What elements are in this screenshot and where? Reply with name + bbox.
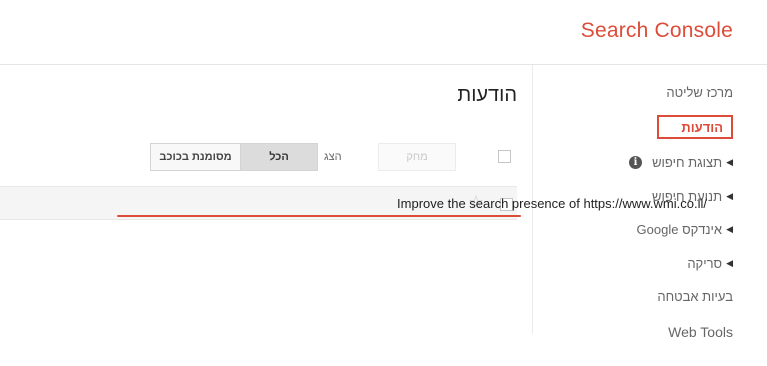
sidebar-item-web-tools[interactable]: Web Tools (668, 324, 733, 340)
sidebar-item-dashboard[interactable]: מרכז שליטה (666, 85, 733, 100)
delete-button[interactable]: מחק (378, 143, 456, 171)
sidebar-item-google-index[interactable]: ◀ אינדקס Google (637, 222, 733, 237)
search-console-logo[interactable]: Search Console (581, 19, 733, 43)
sidebar-item-search-appearance[interactable]: ◀ תצוגת חיפוש i (629, 155, 733, 170)
filter-starred-button[interactable]: מסומנת בכוכב (150, 143, 241, 171)
sidebar: מרכז שליטה הודעות ◀ תצוגת חיפוש i ◀ תנוע… (533, 65, 767, 366)
sidebar-item-crawl[interactable]: ◀ סריקה (687, 256, 733, 271)
message-subject[interactable]: Improve the search presence of https://w… (397, 196, 707, 211)
sidebar-item-label: הודעות (681, 119, 723, 135)
info-icon[interactable]: i (629, 156, 643, 169)
triangle-left-icon: ◀ (726, 258, 733, 268)
highlight-underline (117, 215, 521, 217)
sidebar-item-label: בעיות אבטחה (657, 289, 733, 304)
show-label: הצג (324, 151, 342, 163)
select-all-checkbox[interactable] (498, 150, 511, 163)
triangle-left-icon: ◀ (726, 224, 733, 234)
sidebar-item-label: מרכז שליטה (666, 85, 733, 100)
triangle-left-icon: ◀ (726, 191, 733, 201)
filter-all-button[interactable]: הכל (240, 143, 318, 171)
sidebar-item-label: אינדקס Google (636, 222, 723, 237)
page-title: הודעות (457, 84, 517, 106)
sidebar-item-security-issues[interactable]: בעיות אבטחה (657, 289, 733, 304)
sidebar-item-label: סריקה (687, 256, 723, 271)
sidebar-item-label: תצוגת חיפוש (652, 155, 723, 170)
sidebar-item-messages[interactable]: הודעות (657, 115, 733, 139)
triangle-left-icon: ◀ (726, 157, 733, 167)
sidebar-item-label: Web Tools (668, 324, 733, 340)
